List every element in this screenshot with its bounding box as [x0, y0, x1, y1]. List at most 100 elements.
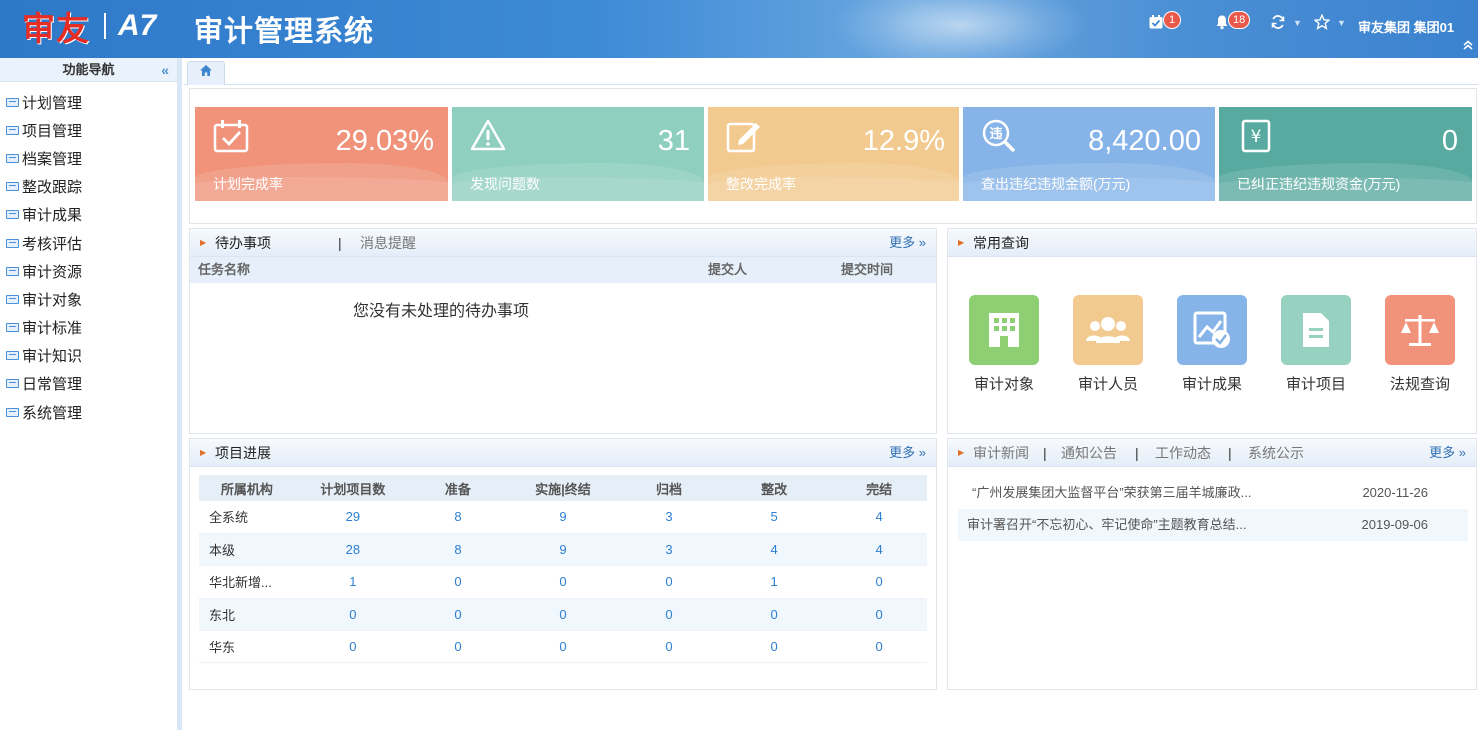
- table-cell[interactable]: 9: [504, 501, 622, 534]
- column-submit-time[interactable]: 提交时间: [841, 257, 893, 283]
- folder-icon: [6, 238, 19, 248]
- sidebar-item-standards[interactable]: 审计标准: [0, 314, 177, 342]
- news-title[interactable]: 审计署召开“不忘初心、牢记使命”主题教育总结...: [967, 509, 1247, 541]
- stat-card-issues[interactable]: 31 发现问题数: [452, 107, 704, 201]
- folder-icon: [6, 153, 19, 163]
- tab-todo[interactable]: 待办事项: [215, 229, 271, 257]
- column-implement[interactable]: 实施|终结: [504, 475, 622, 501]
- query-label[interactable]: 审计人员: [1056, 373, 1160, 394]
- table-cell[interactable]: 0: [621, 565, 717, 599]
- table-cell[interactable]: 5: [716, 501, 832, 534]
- table-cell[interactable]: 3: [621, 501, 717, 534]
- list-item[interactable]: 审计署召开“不忘初心、牢记使命”主题教育总结... 2019-09-06: [958, 509, 1468, 541]
- table-cell[interactable]: 0: [504, 565, 622, 599]
- query-label[interactable]: 审计成果: [1160, 373, 1264, 394]
- folder-icon: [6, 379, 19, 389]
- table-cell[interactable]: 9: [504, 533, 622, 567]
- stat-card-rectification-rate[interactable]: 12.9% 整改完成率: [708, 107, 959, 201]
- stat-card-violation-amount[interactable]: 违 8,420.00 查出违纪违规金额(万元): [963, 107, 1215, 201]
- query-audit-object-button[interactable]: [969, 295, 1039, 365]
- tab-separator: |: [1135, 445, 1139, 461]
- query-audit-result-button[interactable]: [1177, 295, 1247, 365]
- sidebar-item-knowledge[interactable]: 审计知识: [0, 342, 177, 370]
- query-auditor-button[interactable]: [1073, 295, 1143, 365]
- table-cell[interactable]: 0: [716, 630, 832, 664]
- table-cell[interactable]: 4: [716, 533, 832, 567]
- tab-home[interactable]: [187, 61, 225, 85]
- table-cell[interactable]: 1: [716, 565, 832, 599]
- table-cell[interactable]: 0: [294, 630, 412, 664]
- query-label[interactable]: 法规查询: [1368, 373, 1472, 394]
- table-cell[interactable]: 0: [621, 598, 717, 632]
- table-cell[interactable]: 0: [716, 598, 832, 632]
- table-cell[interactable]: 8: [411, 501, 505, 534]
- progress-more-link[interactable]: 更多 »: [889, 439, 926, 467]
- tab-audit-news[interactable]: 审计新闻: [973, 439, 1029, 467]
- tab-messages[interactable]: 消息提醒: [360, 229, 416, 257]
- tab-system-notices[interactable]: 系统公示: [1248, 439, 1304, 467]
- collapse-header-icon[interactable]: [1462, 38, 1474, 54]
- table-cell[interactable]: 0: [411, 598, 505, 632]
- sidebar-item-project[interactable]: 项目管理: [0, 116, 177, 144]
- sidebar-item-system[interactable]: 系统管理: [0, 398, 177, 426]
- column-complete[interactable]: 完结: [831, 475, 927, 501]
- news-more-link[interactable]: 更多 »: [1429, 439, 1466, 467]
- sidebar-item-resources[interactable]: 审计资源: [0, 257, 177, 285]
- sidebar-item-results[interactable]: 审计成果: [0, 201, 177, 229]
- query-regulation-button[interactable]: [1385, 295, 1455, 365]
- table-cell[interactable]: 0: [831, 598, 927, 632]
- table-cell[interactable]: 1: [294, 565, 412, 599]
- table-cell[interactable]: 0: [831, 630, 927, 664]
- user-menu[interactable]: 审友集团 集团01: [1358, 17, 1454, 36]
- column-archive[interactable]: 归档: [621, 475, 717, 501]
- table-cell[interactable]: 4: [831, 501, 927, 534]
- stat-label: 发现问题数: [470, 176, 540, 192]
- refresh-dropdown-caret[interactable]: ▼: [1293, 18, 1302, 28]
- list-item[interactable]: “广州发展集团大监督平台”荣获第三届羊城廉政... 2020-11-26: [958, 477, 1468, 509]
- todo-more-link[interactable]: 更多 »: [889, 229, 926, 257]
- column-rectify[interactable]: 整改: [716, 475, 832, 501]
- sidebar-item-daily[interactable]: 日常管理: [0, 370, 177, 398]
- sidebar-item-rectification[interactable]: 整改跟踪: [0, 173, 177, 201]
- news-title[interactable]: “广州发展集团大监督平台”荣获第三届羊城廉政...: [972, 477, 1252, 509]
- table-cell[interactable]: 0: [294, 598, 412, 632]
- tab-notices[interactable]: 通知公告: [1061, 439, 1117, 467]
- column-planned[interactable]: 计划项目数: [294, 475, 412, 501]
- tab-work-news[interactable]: 工作动态: [1155, 439, 1211, 467]
- query-label[interactable]: 审计对象: [952, 373, 1056, 394]
- sidebar-title-text: 功能导航: [62, 62, 115, 77]
- table-cell[interactable]: 0: [831, 565, 927, 599]
- sidebar-item-objects[interactable]: 审计对象: [0, 285, 177, 313]
- calendar-icon[interactable]: [1148, 14, 1164, 35]
- column-prepare[interactable]: 准备: [411, 475, 505, 501]
- sidebar-item-archive[interactable]: 档案管理: [0, 144, 177, 172]
- table-cell[interactable]: 0: [411, 565, 505, 599]
- table-cell[interactable]: 3: [621, 533, 717, 567]
- table-cell[interactable]: 0: [621, 630, 717, 664]
- column-org[interactable]: 所属机构: [199, 475, 295, 501]
- top-header: 审友 A7 审计管理系统 1 18 ▼ ▼ 审友集团 集团01: [0, 0, 1478, 58]
- table-cell[interactable]: 0: [504, 630, 622, 664]
- table-cell[interactable]: 28: [294, 533, 412, 567]
- sidebar-item-plan[interactable]: 计划管理: [0, 88, 177, 116]
- svg-text:违: 违: [989, 126, 1002, 142]
- refresh-icon[interactable]: [1270, 14, 1286, 35]
- sidebar-splitter[interactable]: [178, 58, 182, 730]
- star-dropdown-caret[interactable]: ▼: [1337, 18, 1346, 28]
- todo-column-header: 任务名称 提交人 提交时间: [190, 257, 936, 283]
- table-cell[interactable]: 4: [831, 533, 927, 567]
- query-label[interactable]: 审计项目: [1264, 373, 1368, 394]
- table-cell[interactable]: 29: [294, 501, 412, 534]
- table-cell[interactable]: 0: [504, 598, 622, 632]
- stat-card-plan-completion[interactable]: 29.03% 计划完成率: [195, 107, 448, 201]
- star-icon[interactable]: [1313, 13, 1331, 35]
- sidebar-item-assessment[interactable]: 考核评估: [0, 229, 177, 257]
- table-cell[interactable]: 0: [411, 630, 505, 664]
- query-audit-project-button[interactable]: [1281, 295, 1351, 365]
- collapse-sidebar-icon[interactable]: «: [161, 58, 169, 82]
- triangle-bullet-icon: ▶: [200, 238, 207, 247]
- column-submitter[interactable]: 提交人: [708, 257, 747, 283]
- table-cell[interactable]: 8: [411, 533, 505, 567]
- stat-card-corrected-funds[interactable]: ¥ 0 已纠正违纪违规资金(万元): [1219, 107, 1472, 201]
- column-task-name[interactable]: 任务名称: [198, 257, 250, 283]
